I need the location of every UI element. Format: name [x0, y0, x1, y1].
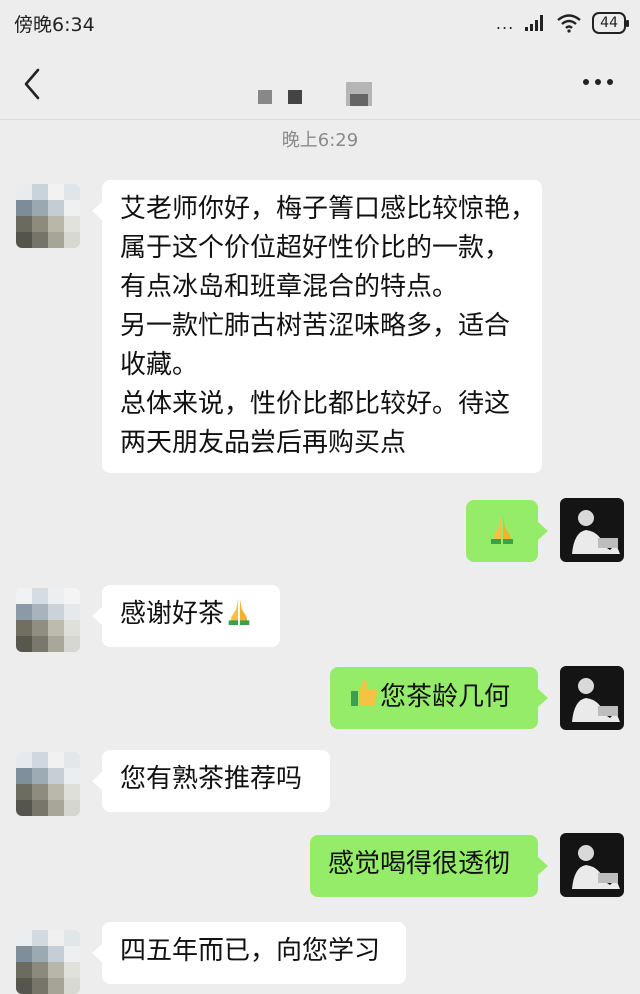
message-bubble-outgoing[interactable]: 感觉喝得很透彻: [310, 835, 548, 897]
folded-hands-icon: [491, 516, 513, 544]
contact-name-redacted: [250, 80, 380, 108]
status-bar: 傍晚6:34 ... 44: [0, 0, 640, 46]
message-line: 艾老师你好，梅子箐口感比较惊艳，: [120, 194, 537, 224]
battery-icon: 44: [592, 12, 629, 34]
message-line: 有点冰岛和班章混合的特点。: [120, 272, 459, 302]
contact-avatar[interactable]: [16, 752, 80, 816]
message-bubble-outgoing[interactable]: 您茶龄几何: [330, 667, 548, 729]
message-line: 两天朋友品尝后再购买点: [120, 428, 407, 458]
my-avatar[interactable]: [560, 666, 624, 730]
thumbs-up-icon: [351, 680, 378, 706]
status-icons: ... 44: [495, 12, 629, 34]
my-avatar[interactable]: [560, 833, 624, 897]
contact-avatar[interactable]: [16, 930, 80, 994]
my-avatar[interactable]: [560, 498, 624, 562]
message-text: 您茶龄几何: [380, 682, 511, 712]
folded-hands-icon: [228, 598, 250, 626]
contact-avatar[interactable]: [16, 184, 80, 248]
contact-avatar[interactable]: [16, 588, 80, 652]
message-bubble-incoming[interactable]: 艾老师你好，梅子箐口感比较惊艳， 属于这个价位超好性价比的一款， 有点冰岛和班章…: [92, 180, 542, 473]
message-line: 总体来说，性价比都比较好。待这: [120, 389, 511, 419]
more-options-icon[interactable]: [580, 70, 616, 94]
signal-icon: [525, 15, 544, 31]
message-timestamp: 晚上6:29: [281, 130, 359, 151]
message-text: 感觉喝得很透彻: [328, 849, 511, 879]
status-dots: ...: [495, 13, 515, 33]
message-bubble-outgoing[interactable]: [466, 500, 548, 562]
chat-title-bar: [0, 46, 640, 120]
message-text: 您有熟茶推荐吗: [120, 764, 303, 794]
message-text: 感谢好茶: [120, 599, 225, 629]
status-time: 傍晚6:34: [14, 13, 95, 36]
message-line: 收藏。: [120, 350, 199, 380]
message-bubble-incoming[interactable]: 您有熟茶推荐吗: [92, 750, 330, 812]
message-bubble-incoming[interactable]: 感谢好茶: [92, 585, 280, 647]
message-line: 另一款忙肺古树苦涩味略多，适合: [120, 311, 511, 341]
message-line: 属于这个价位超好性价比的一款，: [120, 233, 511, 263]
wifi-icon: [557, 14, 581, 33]
message-bubble-incoming[interactable]: 四五年而已，向您学习: [92, 922, 406, 984]
message-text: 四五年而已，向您学习: [120, 936, 381, 966]
back-arrow-icon[interactable]: [18, 64, 48, 104]
